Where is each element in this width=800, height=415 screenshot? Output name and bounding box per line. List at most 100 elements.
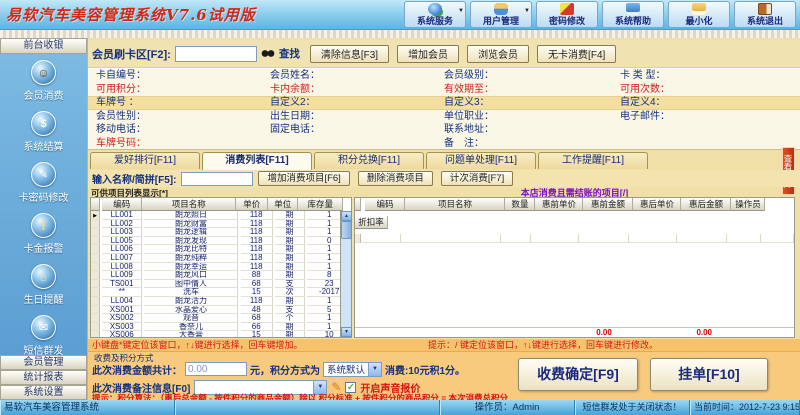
- table-row[interactable]: XS003 香奈儿 66 期 1: [91, 322, 340, 332]
- table-row[interactable]: LL008 朗龙幸运 118 期 1: [91, 262, 340, 272]
- scroll-down-icon[interactable]: ▼: [341, 327, 352, 337]
- column-header: 折扣率: [355, 216, 388, 229]
- member-swipe-bar: 会员刷卡区[F2]: 查找 清除信息[F3] 增加会员 浏览会员 无卡消费[F4]: [88, 40, 800, 68]
- table-row[interactable]: LL004 朗龙活力 118 期 1: [91, 296, 340, 306]
- item-search-input[interactable]: [181, 171, 254, 186]
- cell-stock: 1: [307, 323, 340, 332]
- cell-name: 大香膏: [144, 331, 239, 337]
- form-field-label: [262, 137, 436, 151]
- find-button[interactable]: 查找: [279, 46, 300, 61]
- sidebar-header-cashier[interactable]: 前台收银: [0, 38, 87, 54]
- form-field-label: 出生日期：: [270, 110, 320, 122]
- tab[interactable]: 积分兑换[F11]: [314, 152, 424, 169]
- member-action-button[interactable]: 无卡消费[F4]: [537, 44, 617, 63]
- cell-price: 68: [240, 314, 273, 323]
- cell-unit: 期: [274, 228, 305, 237]
- status-sms: 短信群发处于关闭状态！: [575, 400, 690, 415]
- topbar-button[interactable]: 系统服务 ▼: [404, 1, 466, 28]
- tab[interactable]: 问题单处理[F11]: [426, 152, 536, 169]
- row-selector: [91, 262, 100, 272]
- cell-name: 朗龙风口: [144, 271, 239, 280]
- form-field-label: 自定义4：: [620, 97, 666, 109]
- table-row[interactable]: ** 洗车 15 次 -2017: [91, 288, 340, 297]
- cell-code: LL007: [102, 253, 143, 263]
- points-method-select[interactable]: 系统默认 ▼: [323, 361, 383, 377]
- total-amount-input[interactable]: [185, 362, 247, 376]
- charge-confirm-button[interactable]: 收费确定[F9]: [518, 358, 638, 391]
- table-row[interactable]: LL009 朗龙风口 88 期 8: [91, 271, 340, 280]
- cell-code: XS002: [102, 314, 143, 323]
- cell-stock: 1: [307, 263, 340, 272]
- column-header: 惠后金额: [681, 198, 732, 211]
- sidebar-item[interactable]: 生日提醒: [0, 264, 87, 306]
- minimize-icon: [692, 3, 706, 15]
- cell-code: LL003: [102, 228, 143, 237]
- table-row[interactable]: LL007 朗龙纯粹 118 期 1: [91, 253, 340, 263]
- tab[interactable]: 消费列表[F11]: [202, 152, 312, 170]
- topbar-button[interactable]: 最小化 ▼: [668, 1, 730, 28]
- sidebar-panel: 会员消费 系统结算 卡密码修改 卡金报警 生日提醒: [0, 54, 87, 355]
- cell-name: 洗车: [144, 288, 239, 297]
- topbar-button[interactable]: 密码修改 ▼: [536, 1, 598, 28]
- card-alert-icon: [31, 213, 56, 238]
- table-row[interactable]: LL005 朗龙发现 118 期 0: [91, 236, 340, 246]
- cell-price: 15: [240, 288, 273, 297]
- form-field-label: 自定义3：: [444, 97, 490, 109]
- card-swipe-input[interactable]: [174, 45, 257, 62]
- hold-order-button[interactable]: 挂单[F10]: [650, 358, 768, 391]
- form-field-label: 固定电话：: [270, 124, 320, 136]
- topbar-button[interactable]: 系统退出 ▼: [734, 1, 796, 28]
- cell-stock: 23: [307, 280, 340, 289]
- item-action-button[interactable]: 增加消费项目[F6]: [258, 171, 350, 186]
- table-row[interactable]: XS002 观音 68 个 1: [91, 314, 340, 323]
- scroll-up-icon[interactable]: ▲: [341, 211, 352, 221]
- payment-section: 收费及积分方式 此次消费金额共计： 元，积分方式为 系统默认 ▼ 消费:10元积…: [88, 351, 800, 403]
- sidebar-item[interactable]: 会员消费: [0, 60, 87, 102]
- scroll-thumb[interactable]: [341, 221, 352, 239]
- sidebar-item[interactable]: 卡密码修改: [0, 162, 87, 204]
- table-row[interactable]: LL001 朗龙照日 118 期 1: [91, 211, 340, 220]
- member-action-button[interactable]: 浏览会员: [467, 44, 530, 63]
- totals-row: 0.00 0.00: [355, 327, 794, 337]
- sidebar-item[interactable]: 卡金报警: [0, 213, 87, 255]
- row-selector: [91, 228, 100, 237]
- table-row[interactable]: LL003 朗龙逻辑 118 期 1: [91, 228, 340, 237]
- item-action-button[interactable]: 删除消费项目: [357, 171, 433, 186]
- cell-unit: 期: [274, 271, 305, 280]
- row-selector: [91, 236, 100, 246]
- topbar-button[interactable]: 系统帮助 ▼: [602, 1, 664, 28]
- status-blank: [175, 400, 440, 415]
- column-header: 数量: [505, 198, 536, 211]
- cell-price: 118: [240, 262, 273, 272]
- table-row[interactable]: XS006 大香膏 15 期 10: [91, 331, 340, 337]
- topbar-button[interactable]: 用户管理 ▼: [470, 1, 532, 28]
- tab[interactable]: 工作提醒[F11]: [538, 152, 648, 169]
- scrollbar[interactable]: ▲ ▼: [340, 211, 352, 337]
- status-app-name: 易软汽车美容管理系统: [0, 400, 175, 415]
- cell-stock: 1: [307, 297, 340, 306]
- member-action-button[interactable]: 清除信息[F3]: [309, 44, 390, 63]
- cell-code: LL004: [102, 296, 143, 306]
- sidebar-item[interactable]: 系统结算: [0, 111, 87, 153]
- find-icon: [260, 49, 275, 58]
- table-row[interactable]: XS001 水晶爱心 48 支 5: [91, 305, 340, 315]
- row-selector: [91, 245, 100, 254]
- payment-total-line: 此次消费金额共计： 元，积分方式为 系统默认 ▼ 消费:10元积1分。: [92, 361, 465, 377]
- table-row[interactable]: LL002 朗龙财富 118 期 1: [91, 219, 340, 229]
- voice-quote-checkbox[interactable]: ✓: [345, 381, 357, 393]
- sidebar-accordion-button[interactable]: 会员管理: [0, 355, 87, 370]
- member-action-button[interactable]: 增加会员: [397, 44, 460, 63]
- item-action-button[interactable]: 计次消费[F7]: [440, 171, 514, 186]
- sidebar-item[interactable]: 短信群发: [0, 315, 87, 355]
- table-row[interactable]: TS001 图中情人 68 支 23: [91, 279, 340, 289]
- member-consume-icon: [31, 60, 56, 85]
- table-row[interactable]: LL006 朗龙比特 118 期 1: [91, 245, 340, 254]
- cell-name: 朗龙财富: [144, 219, 239, 229]
- sidebar-accordion-button[interactable]: 系统设置: [0, 385, 87, 400]
- sidebar: 前台收银 会员消费 系统结算 卡密码修改 卡金报警: [0, 38, 88, 400]
- cell-code: TS001: [102, 279, 143, 289]
- sidebar-accordion-button[interactable]: 统计报表: [0, 370, 87, 385]
- cell-code: XS003: [102, 322, 143, 332]
- tab[interactable]: 爱好排行[F11]: [90, 152, 200, 169]
- combo-arrow-icon: ▼: [368, 362, 382, 376]
